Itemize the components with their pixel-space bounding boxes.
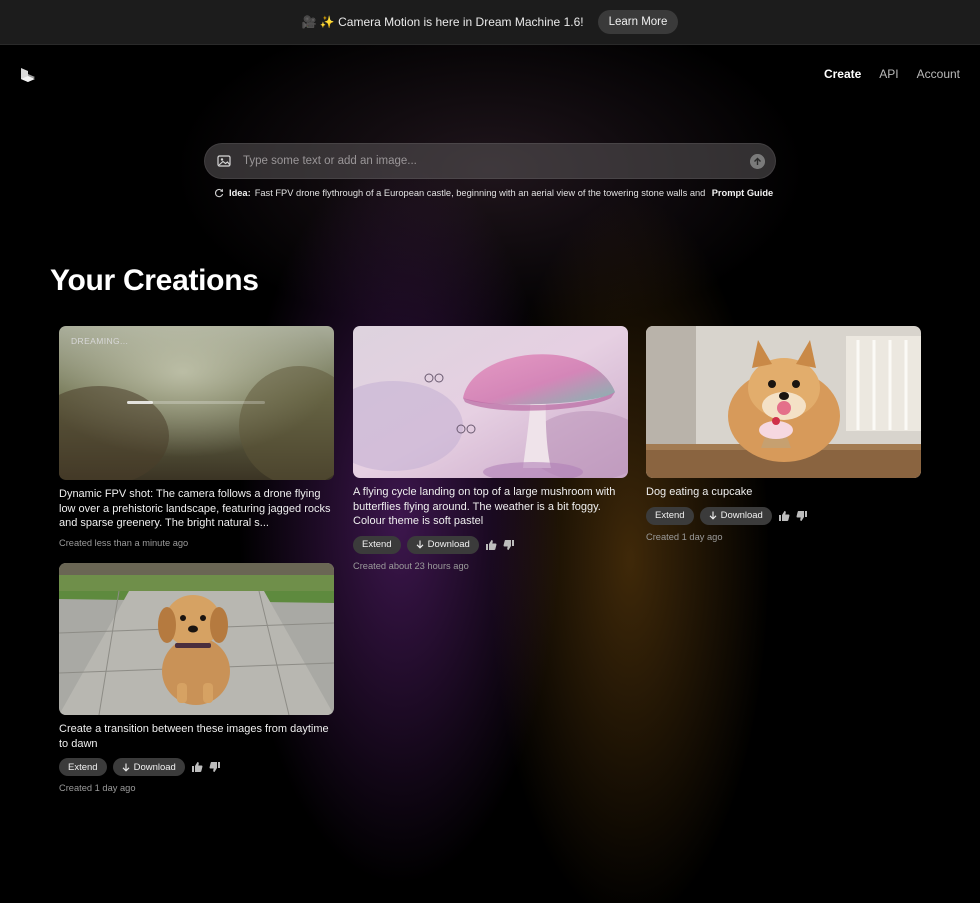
creation-card: Dog eating a cupcake Extend Download Cre… bbox=[646, 326, 921, 542]
download-button[interactable]: Download bbox=[112, 758, 185, 776]
extend-button[interactable]: Extend bbox=[646, 506, 694, 525]
image-upload-icon[interactable] bbox=[217, 154, 231, 168]
mushroom-image bbox=[353, 326, 628, 478]
thumbs-down-icon[interactable] bbox=[503, 539, 515, 551]
creation-caption: Create a transition between these images… bbox=[59, 723, 329, 750]
prompt-guide-link[interactable]: Prompt Guide bbox=[712, 188, 773, 198]
creation-thumbnail[interactable]: DREAMING... bbox=[59, 326, 334, 480]
prompt-input[interactable] bbox=[243, 150, 743, 172]
creation-actions: Extend Download bbox=[646, 506, 921, 525]
nav-links: Create API Account bbox=[824, 67, 960, 81]
thumbs-up-icon[interactable] bbox=[778, 510, 790, 522]
nav-link-account[interactable]: Account bbox=[917, 67, 960, 81]
creation-thumbnail[interactable] bbox=[59, 563, 334, 715]
dreaming-status: DREAMING... bbox=[71, 336, 129, 346]
download-arrow-icon bbox=[416, 540, 423, 549]
page-title: Your Creations bbox=[50, 264, 259, 297]
download-label: Download bbox=[720, 510, 763, 521]
creation-actions: Extend Download bbox=[59, 758, 334, 776]
creation-thumbnail[interactable] bbox=[353, 326, 628, 478]
extend-button[interactable]: Extend bbox=[59, 758, 107, 776]
submit-arrow-icon[interactable] bbox=[750, 154, 765, 169]
download-label: Download bbox=[133, 761, 176, 773]
extend-label: Extend bbox=[362, 539, 392, 550]
idea-text[interactable]: Fast FPV drone flythrough of a European … bbox=[255, 188, 707, 198]
creation-timestamp: Created less than a minute ago bbox=[59, 537, 189, 548]
logo-icon[interactable] bbox=[19, 66, 37, 84]
thumbs-down-icon[interactable] bbox=[796, 510, 808, 522]
announcement-banner: 🎥 ✨ Camera Motion is here in Dream Machi… bbox=[0, 0, 980, 45]
top-nav: Create API Account bbox=[0, 62, 980, 88]
creation-caption: A flying cycle landing on top of a large… bbox=[353, 486, 616, 527]
progress-bar bbox=[127, 401, 265, 404]
refresh-icon[interactable] bbox=[214, 188, 224, 198]
creation-timestamp: Created 1 day ago bbox=[646, 531, 723, 542]
learn-more-button[interactable]: Learn More bbox=[597, 10, 679, 34]
progress-fill bbox=[127, 401, 154, 404]
nav-link-create[interactable]: Create bbox=[824, 67, 861, 81]
creation-timestamp: Created 1 day ago bbox=[59, 783, 136, 793]
dog-cupcake-image bbox=[646, 326, 921, 478]
extend-label: Extend bbox=[655, 510, 685, 521]
creation-thumbnail[interactable] bbox=[646, 326, 921, 478]
creation-timestamp: Created about 23 hours ago bbox=[353, 560, 469, 571]
creation-card: Create a transition between these images… bbox=[59, 563, 334, 793]
download-label: Download bbox=[427, 539, 470, 550]
puppy-image bbox=[59, 563, 334, 715]
download-arrow-icon bbox=[122, 763, 129, 772]
creation-caption: Dog eating a cupcake bbox=[646, 486, 753, 498]
download-button[interactable]: Download bbox=[699, 506, 772, 525]
thumbs-up-icon[interactable] bbox=[485, 539, 497, 551]
extend-button[interactable]: Extend bbox=[353, 535, 401, 554]
thumbs-up-icon[interactable] bbox=[191, 761, 203, 773]
idea-suggestion: Idea: Fast FPV drone flythrough of a Eur… bbox=[214, 186, 774, 200]
nav-link-api[interactable]: API bbox=[879, 67, 898, 81]
banner-text: 🎥 ✨ Camera Motion is here in Dream Machi… bbox=[301, 15, 584, 29]
creation-actions: Extend Download bbox=[353, 535, 628, 554]
creation-card: A flying cycle landing on top of a large… bbox=[353, 326, 628, 571]
creation-caption: Dynamic FPV shot: The camera follows a d… bbox=[59, 488, 331, 529]
creation-card: DREAMING... Dynamic FPV shot: The camera… bbox=[59, 326, 334, 548]
download-button[interactable]: Download bbox=[406, 535, 479, 554]
thumbs-down-icon[interactable] bbox=[209, 761, 221, 773]
prompt-bar bbox=[204, 143, 776, 179]
extend-label: Extend bbox=[68, 761, 98, 773]
idea-label: Idea: bbox=[229, 188, 251, 198]
download-arrow-icon bbox=[709, 511, 716, 520]
